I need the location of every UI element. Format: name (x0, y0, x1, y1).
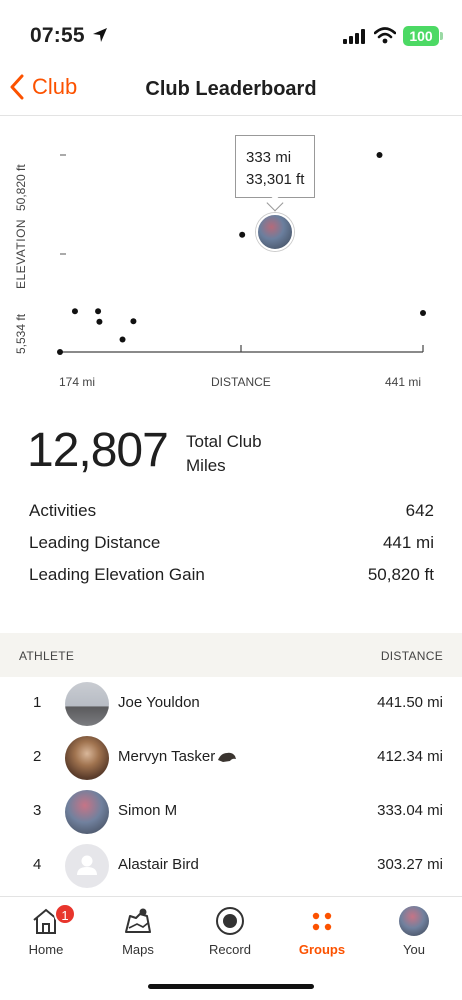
tooltip-distance: 333 mi (246, 149, 292, 166)
tab-label: You (403, 942, 425, 957)
profile-avatar (399, 906, 429, 936)
tab-label: Record (209, 942, 251, 957)
athlete-name: Joe Youldon (118, 694, 200, 711)
rank: 3 (33, 802, 42, 819)
athlete-name: Alastair Bird (118, 856, 199, 873)
total-club-miles-label: Total Club Miles (186, 432, 262, 475)
chart-point-1[interactable] (57, 349, 63, 355)
avatar[interactable] (65, 844, 109, 888)
athlete-name: Simon M (118, 802, 178, 819)
wifi-icon (374, 27, 396, 44)
default-person-icon (77, 855, 97, 875)
chart-point-9[interactable] (376, 152, 383, 158)
x-axis-label: DISTANCE (211, 375, 271, 389)
stat-value: 642 (405, 501, 434, 520)
chart-point-7[interactable] (239, 231, 246, 238)
stat-label: Activities (29, 501, 97, 520)
avatar[interactable] (65, 790, 109, 834)
maps-icon (125, 908, 151, 933)
y-axis-label: ELEVATION (14, 218, 28, 289)
tab-record[interactable]: Record (184, 897, 276, 967)
chart-point-4[interactable] (96, 318, 103, 325)
stat-row-leading-distance: Leading Distance 441 mi (29, 533, 434, 553)
notification-badge: 1 (54, 903, 76, 925)
stat-label: Leading Elevation Gain (29, 565, 205, 584)
chart-point-2[interactable] (71, 308, 78, 315)
battery-icon: 100 (403, 26, 439, 46)
home-indicator (148, 984, 314, 989)
battery-tip (440, 32, 443, 40)
table-row[interactable]: 3 Simon M 333.04 mi (0, 784, 462, 838)
record-icon (216, 907, 244, 935)
table-row[interactable]: 1 Joe Youldon 441.50 mi (0, 676, 462, 730)
subscriber-badge-icon (218, 752, 236, 762)
x-min-label: 174 mi (59, 375, 96, 389)
tab-label: Groups (298, 942, 346, 957)
stat-row-activities: Activities 642 (29, 501, 434, 521)
tooltip-elevation: 33,301 ft (246, 171, 305, 188)
highlighted-athlete-avatar[interactable] (256, 213, 294, 251)
tab-label: Home (28, 942, 64, 957)
chart-point-6[interactable] (130, 318, 137, 325)
tab-home[interactable]: 1 Home (0, 897, 92, 967)
tab-maps[interactable]: Maps (92, 897, 184, 967)
total-club-miles-value: 12,807 (27, 424, 169, 477)
tab-you[interactable]: You (368, 897, 460, 967)
athlete-distance: 333.04 mi (377, 802, 443, 819)
rank: 1 (33, 694, 42, 711)
location-arrow-icon (93, 28, 107, 42)
cellular-signal-icon (343, 29, 365, 44)
chart-tooltip: 333 mi 33,301 ft (235, 135, 315, 198)
chart-point-5[interactable] (119, 336, 126, 343)
rank: 4 (33, 856, 42, 873)
stat-label: Leading Distance (29, 533, 161, 552)
tab-groups[interactable]: Groups (276, 897, 368, 967)
column-athlete: ATHLETE (19, 649, 75, 663)
athlete-distance: 441.50 mi (377, 694, 443, 711)
column-distance: DISTANCE (380, 649, 443, 663)
chart-plot (57, 152, 426, 355)
table-row[interactable]: 2 Mervyn Tasker 412.34 mi (0, 730, 462, 784)
stat-value: 50,820 ft (367, 565, 434, 584)
x-max-label: 441 mi (385, 375, 422, 389)
chart-point-10[interactable] (420, 309, 426, 316)
page-title: Club Leaderboard (145, 78, 317, 100)
y-max-label: 50,820 ft (14, 164, 28, 211)
status-time: 07:55 (30, 24, 85, 47)
tab-label: Maps (122, 942, 154, 957)
y-min-label: 5,534 ft (14, 313, 28, 354)
avatar[interactable] (65, 736, 109, 780)
rank: 2 (33, 748, 42, 765)
chart-point-3[interactable] (95, 308, 102, 315)
stat-value: 441 mi (382, 533, 434, 552)
leaderboard-scatter-chart: 50,820 ft ELEVATION 5,534 ft 174 mi DIST… (0, 117, 462, 407)
groups-icon (312, 912, 332, 931)
leaderboard-header: ATHLETE DISTANCE (0, 633, 462, 677)
avatar[interactable] (65, 682, 109, 726)
athlete-distance: 412.34 mi (377, 748, 443, 765)
nav-bar: Club Club Leaderboard (0, 62, 462, 116)
stat-row-leading-elevation: Leading Elevation Gain 50,820 ft (29, 565, 434, 585)
athlete-name: Mervyn Tasker (118, 748, 216, 765)
status-bar: 07:55 100 (0, 0, 462, 62)
table-row[interactable]: 4 Alastair Bird 303.27 mi (0, 838, 462, 892)
athlete-distance: 303.27 mi (377, 856, 443, 873)
